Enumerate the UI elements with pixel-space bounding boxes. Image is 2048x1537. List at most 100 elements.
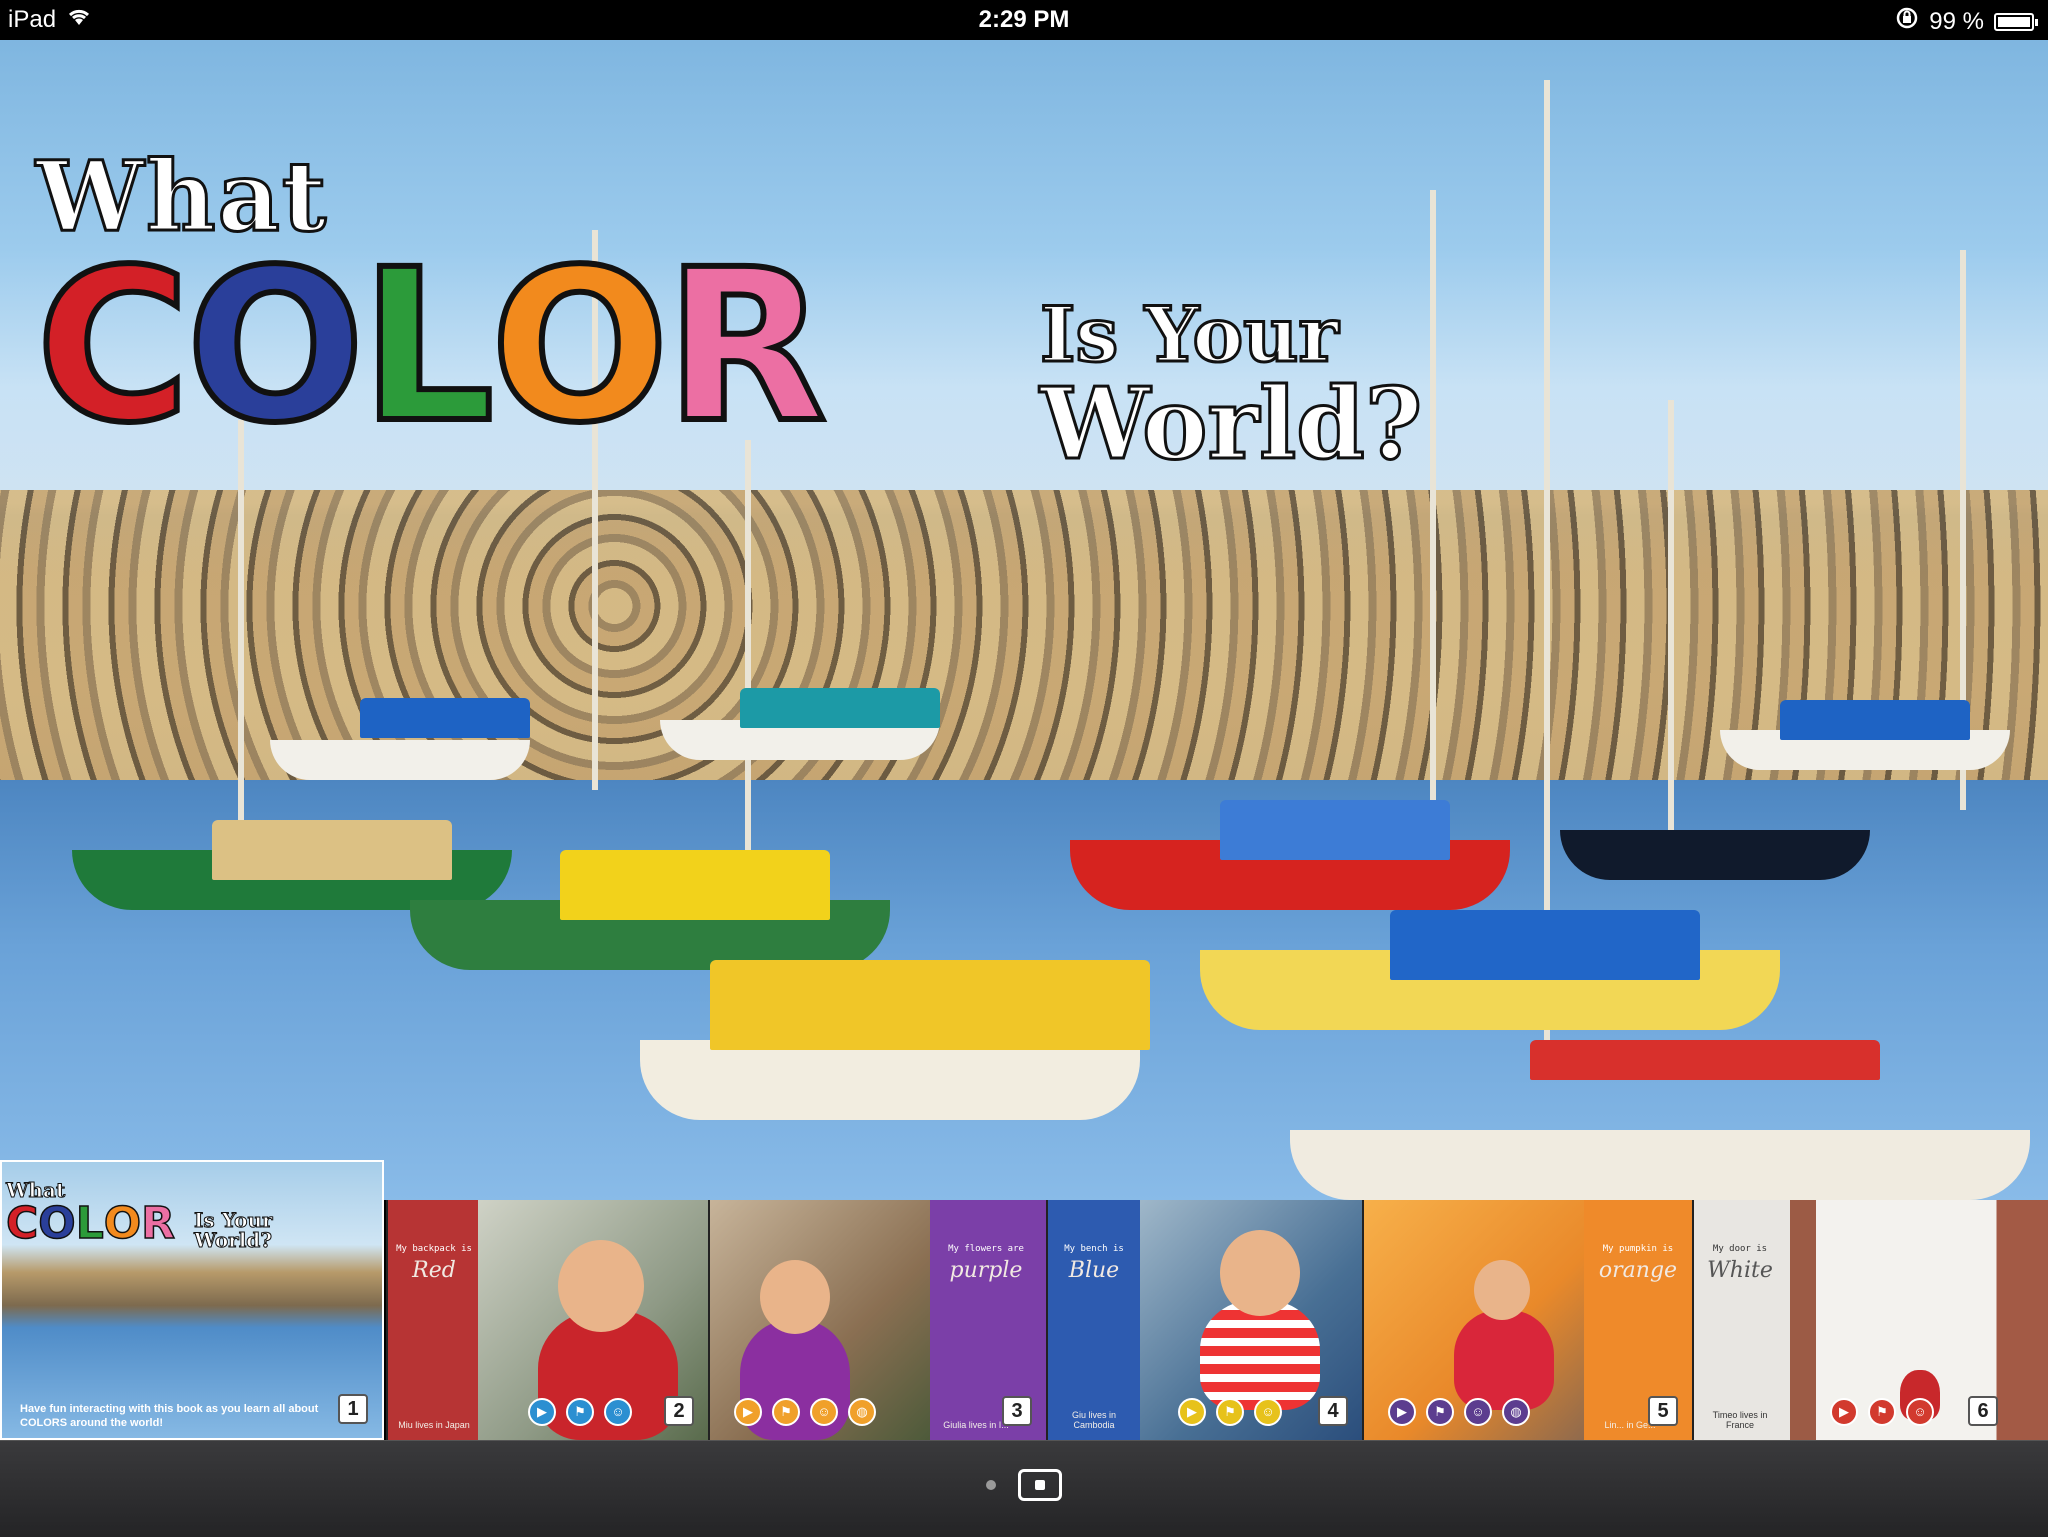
flag-icon[interactable]: ⚑ (1216, 1398, 1244, 1426)
thumb-title-letter: L (75, 1197, 105, 1250)
page-number: 6 (1968, 1396, 1998, 1426)
page-sentence: My backpack is Red (394, 1244, 474, 1283)
page-color-word: orange (1598, 1258, 1678, 1283)
bottom-dock (0, 1440, 2048, 1537)
boat (270, 740, 530, 780)
face-icon[interactable]: ☺ (1464, 1398, 1492, 1426)
color-page: My backpack is Red Miu lives in Japan (388, 1200, 478, 1440)
title-letter: C (33, 224, 193, 469)
thumb-title-letter: O (38, 1197, 77, 1250)
child-face (760, 1260, 830, 1334)
page-icons: ▶ ⚑ ☺ ◍ (734, 1398, 876, 1426)
page-icons: ▶ ⚑ ☺ (1830, 1398, 1934, 1426)
thumb-title-letter: O (103, 1197, 142, 1250)
page-color-word: Red (412, 1258, 456, 1283)
child-photo (1454, 1310, 1554, 1410)
page-icons: ▶ ⚑ ☺ ◍ (1388, 1398, 1530, 1426)
boat-cover (360, 698, 530, 738)
status-time: 2:29 PM (978, 6, 1070, 33)
boat-cover (1780, 700, 1970, 740)
page-number: 1 (338, 1394, 368, 1424)
thumb-title-letter: C (5, 1197, 39, 1250)
title-letter: O (487, 224, 672, 469)
page-dot[interactable] (986, 1480, 996, 1490)
page-thumbnail-strip[interactable]: What COLOR Is Your World? Have fun inter… (0, 1160, 2048, 1440)
flag-icon[interactable]: ⚑ (1426, 1398, 1454, 1426)
mast (238, 420, 244, 860)
page-dot-current[interactable] (1018, 1469, 1062, 1501)
page-color-word: purple (949, 1258, 1023, 1283)
title-color-word: COLOR (33, 224, 830, 469)
title-is-your: Is Your (1038, 290, 1339, 379)
page-sentence: My door is White (1700, 1244, 1780, 1283)
color-page: My bench is Blue Giu lives in Cambodia (1048, 1200, 1140, 1440)
book-cover[interactable]: What COLOR Is Your World? (0, 40, 2048, 1200)
page-footer: Miu lives in Japan (398, 1420, 470, 1430)
battery-percent: 99 % (1929, 7, 1984, 35)
play-icon[interactable]: ▶ (734, 1398, 762, 1426)
status-bar: iPad 2:29 PM 99 % (0, 0, 2048, 40)
globe-icon[interactable]: ◍ (848, 1398, 876, 1426)
child-photo (1200, 1300, 1320, 1410)
page-control[interactable] (0, 1469, 2048, 1501)
battery-fill (1998, 16, 2030, 27)
thumb-title-color: COLOR (5, 1197, 176, 1250)
thumbnail-page-3[interactable]: My flowers are purple Giulia lives in I.… (708, 1200, 1046, 1440)
title-letter: O (183, 224, 368, 469)
flag-icon[interactable]: ⚑ (1868, 1398, 1896, 1426)
page-color-word: White (1707, 1258, 1773, 1283)
page-footer: Timeo lives in France (1712, 1410, 1768, 1430)
play-icon[interactable]: ▶ (1830, 1398, 1858, 1426)
globe-icon[interactable]: ◍ (1502, 1398, 1530, 1426)
rotation-lock-icon (1895, 6, 1919, 37)
face-icon[interactable]: ☺ (1906, 1398, 1934, 1426)
thumb-title-is-your: Is Your (194, 1208, 274, 1232)
face-icon[interactable]: ☺ (604, 1398, 632, 1426)
boat-cover (1530, 1040, 1880, 1080)
page-footer: Giu lives in Cambodia (1071, 1410, 1116, 1430)
page-line: My door is (1712, 1244, 1768, 1254)
face-icon[interactable]: ☺ (810, 1398, 838, 1426)
battery-icon (1994, 12, 2038, 31)
page-sentence: My bench is Blue (1054, 1244, 1134, 1283)
boat-cover (1220, 800, 1450, 860)
page-number: 4 (1318, 1396, 1348, 1426)
thumb-title-world: World? (194, 1228, 273, 1252)
title-letter: R (662, 224, 830, 469)
boat-cover (212, 820, 452, 880)
thumbnail-page-1[interactable]: What COLOR Is Your World? Have fun inter… (0, 1160, 384, 1440)
thumbnail-page-5[interactable]: My pumpkin is orange Lin... in Ge... ▶ ⚑… (1362, 1200, 1692, 1440)
boat-cover (740, 688, 940, 728)
child-face (1220, 1230, 1300, 1316)
status-right: 99 % (1895, 6, 2038, 37)
title-right: Is Your World? (1038, 290, 1423, 482)
face-icon[interactable]: ☺ (1254, 1398, 1282, 1426)
page-number: 3 (1002, 1396, 1032, 1426)
play-icon[interactable]: ▶ (1388, 1398, 1416, 1426)
page-line: My bench is (1064, 1244, 1124, 1254)
play-icon[interactable]: ▶ (1178, 1398, 1206, 1426)
title-letter: L (358, 224, 498, 469)
thumb-title-letter: R (140, 1197, 176, 1250)
boat-cover (710, 960, 1150, 1050)
boat (640, 1040, 1140, 1120)
page-line: My pumpkin is (1602, 1244, 1674, 1254)
child-face (1474, 1260, 1530, 1320)
flag-icon[interactable]: ⚑ (566, 1398, 594, 1426)
color-page: My door is White Timeo lives in France (1694, 1200, 1790, 1440)
page-icons: ▶ ⚑ ☺ (528, 1398, 632, 1426)
page-number: 2 (664, 1396, 694, 1426)
thumbnail-page-4[interactable]: My bench is Blue Giu lives in Cambodia ▶… (1046, 1200, 1362, 1440)
title-world: World? (1038, 367, 1423, 482)
page-line: My flowers are (948, 1244, 1024, 1254)
flag-icon[interactable]: ⚑ (772, 1398, 800, 1426)
page-sentence: My pumpkin is orange (1590, 1244, 1686, 1283)
mast (1668, 400, 1674, 880)
page-line: My backpack is (396, 1244, 472, 1254)
play-icon[interactable]: ▶ (528, 1398, 556, 1426)
boat (1560, 830, 1870, 880)
thumbnail-page-2[interactable]: My backpack is Red Miu lives in Japan ▶ … (386, 1200, 708, 1440)
thumbnail-page-6[interactable]: My door is White Timeo lives in France ▶… (1692, 1200, 2048, 1440)
page-color-word: Blue (1068, 1258, 1120, 1283)
page-icons: ▶ ⚑ ☺ (1178, 1398, 1282, 1426)
